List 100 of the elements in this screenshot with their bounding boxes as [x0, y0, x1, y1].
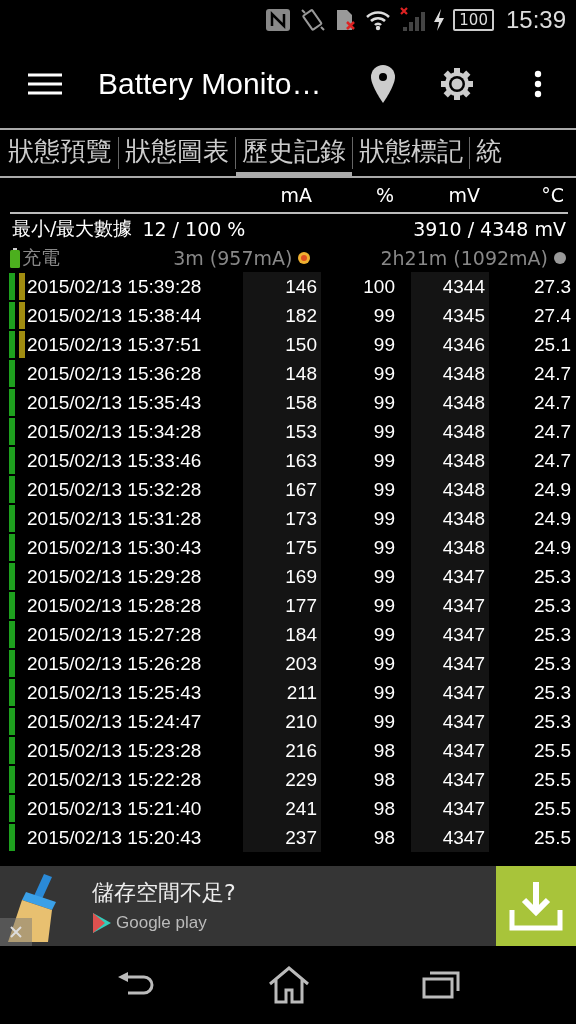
table-cell-text: 25.5	[533, 825, 572, 850]
charge-remaining: 2h21m (1092mA)	[380, 247, 548, 269]
table-cell-text: 100	[362, 274, 396, 299]
status-bar-mark	[9, 418, 15, 445]
table-cell-text: 24.7	[533, 448, 572, 473]
tab[interactable]: 狀態預覽	[0, 130, 118, 176]
table-cell-text: 25.3	[533, 622, 572, 647]
table-cell: 163	[243, 446, 321, 475]
table-cell-text: 99	[372, 303, 396, 328]
table-cell: 4347	[411, 678, 489, 707]
table-cell-text: 99	[372, 593, 396, 618]
table-cell: 4347	[411, 736, 489, 765]
table-cell-text: 2015/02/13 15:35:43	[27, 390, 203, 415]
table-cell-text: 99	[372, 680, 396, 705]
app-title: Battery Monito…	[98, 67, 323, 101]
table-cell-text: 25.5	[533, 767, 572, 792]
table-cell-text: 2015/02/13 15:37:51	[27, 332, 203, 357]
table-cell-text: 99	[372, 564, 396, 589]
tab[interactable]: 狀態標記	[353, 130, 469, 176]
table-cell-text: 2015/02/13 15:20:43	[27, 825, 203, 850]
table-cell: 4347	[411, 591, 489, 620]
tab[interactable]: 狀態圖表	[119, 130, 235, 176]
status-bar-mark	[9, 534, 15, 561]
table-cell-text: 99	[372, 506, 396, 531]
table-cell: 177	[243, 591, 321, 620]
status-bar-mark	[9, 302, 15, 329]
table-cell: 211	[243, 678, 321, 707]
nfc-icon	[265, 8, 292, 32]
location-pin-icon[interactable]	[370, 64, 396, 104]
table-cell-text: 25.5	[533, 796, 572, 821]
ad-headline: 儲存空間不足?	[92, 879, 236, 907]
table-cell-text: 2015/02/13 15:38:44	[27, 303, 203, 328]
table-cell-text: 25.3	[533, 651, 572, 676]
charging-icon	[433, 9, 446, 31]
table-cell-text: 99	[372, 361, 396, 386]
status-bar-mark	[9, 389, 15, 416]
table-cell-text: 27.4	[533, 303, 572, 328]
column-header: mV	[448, 184, 480, 206]
table-cell-text: 27.3	[533, 274, 572, 299]
table-cell-text: 2015/02/13 15:22:28	[27, 767, 203, 792]
table-cell-text: 2015/02/13 15:27:28	[27, 622, 203, 647]
charge-elapsed: 3m (957mA)	[173, 247, 293, 269]
table-cell: 150	[243, 330, 321, 359]
table-cell-text: 25.5	[533, 738, 572, 763]
battery-level: 100	[453, 9, 494, 31]
table-cell-text: 99	[372, 535, 396, 560]
table-cell-text: 99	[372, 477, 396, 502]
status-bar-mark	[9, 766, 15, 793]
table-cell: 229	[243, 765, 321, 794]
table-cell: 184	[243, 620, 321, 649]
table-cell-text: 2015/02/13 15:21:40	[27, 796, 203, 821]
menu-icon[interactable]	[28, 73, 62, 95]
table-cell: 210	[243, 707, 321, 736]
status-bar-mark	[9, 447, 15, 474]
charge-label: 充電	[22, 245, 60, 270]
status-bar-mark	[9, 679, 15, 706]
table-cell-text: 2015/02/13 15:31:28	[27, 506, 203, 531]
store-label: Google play	[116, 913, 207, 933]
close-icon[interactable]	[0, 918, 32, 946]
settings-icon[interactable]	[440, 67, 474, 101]
status-bar-mark	[9, 592, 15, 619]
table-cell-text: 2015/02/13 15:39:28	[27, 274, 203, 299]
table-cell: 4347	[411, 765, 489, 794]
status-bar-mark	[9, 273, 15, 300]
table-cell-text: 2015/02/13 15:28:28	[27, 593, 203, 618]
summary-label: 最小/最大數據	[12, 216, 133, 241]
status-bar-mark	[9, 505, 15, 532]
home-icon[interactable]	[268, 966, 310, 1004]
table-cell: 4347	[411, 794, 489, 823]
table-cell: 175	[243, 533, 321, 562]
tab[interactable]: 歷史記錄	[236, 130, 352, 176]
more-options-icon[interactable]	[534, 70, 542, 98]
ad-banner[interactable]: 儲存空間不足? Google play	[0, 866, 576, 946]
recent-apps-icon[interactable]	[422, 969, 460, 1001]
table-cell-text: 98	[372, 767, 396, 792]
table-cell-text: 2015/02/13 15:26:28	[27, 651, 203, 676]
play-store-icon	[92, 912, 112, 934]
table-cell: 4348	[411, 475, 489, 504]
sim-card-icon	[335, 8, 358, 32]
table-cell: 148	[243, 359, 321, 388]
status-bar-mark	[9, 360, 15, 387]
status-bar-mark	[9, 621, 15, 648]
table-cell-text: 25.3	[533, 593, 572, 618]
table-cell: 4348	[411, 504, 489, 533]
table-cell-text: 24.9	[533, 506, 572, 531]
tab[interactable]: 統	[470, 130, 508, 176]
table-cell-text: 2015/02/13 15:36:28	[27, 361, 203, 386]
table-cell-text: 25.3	[533, 680, 572, 705]
table-cell-text: 99	[372, 390, 396, 415]
table-cell-text: 99	[372, 709, 396, 734]
table-cell: 203	[243, 649, 321, 678]
clock: 15:39	[505, 6, 566, 34]
table-cell-text: 24.7	[533, 419, 572, 444]
table-cell: 4348	[411, 359, 489, 388]
status-bar-mark	[9, 795, 15, 822]
status-bar-mark	[9, 824, 15, 851]
table-cell: 173	[243, 504, 321, 533]
table-cell: 241	[243, 794, 321, 823]
table-cell-text: 2015/02/13 15:25:43	[27, 680, 203, 705]
battery-icon	[10, 248, 20, 268]
